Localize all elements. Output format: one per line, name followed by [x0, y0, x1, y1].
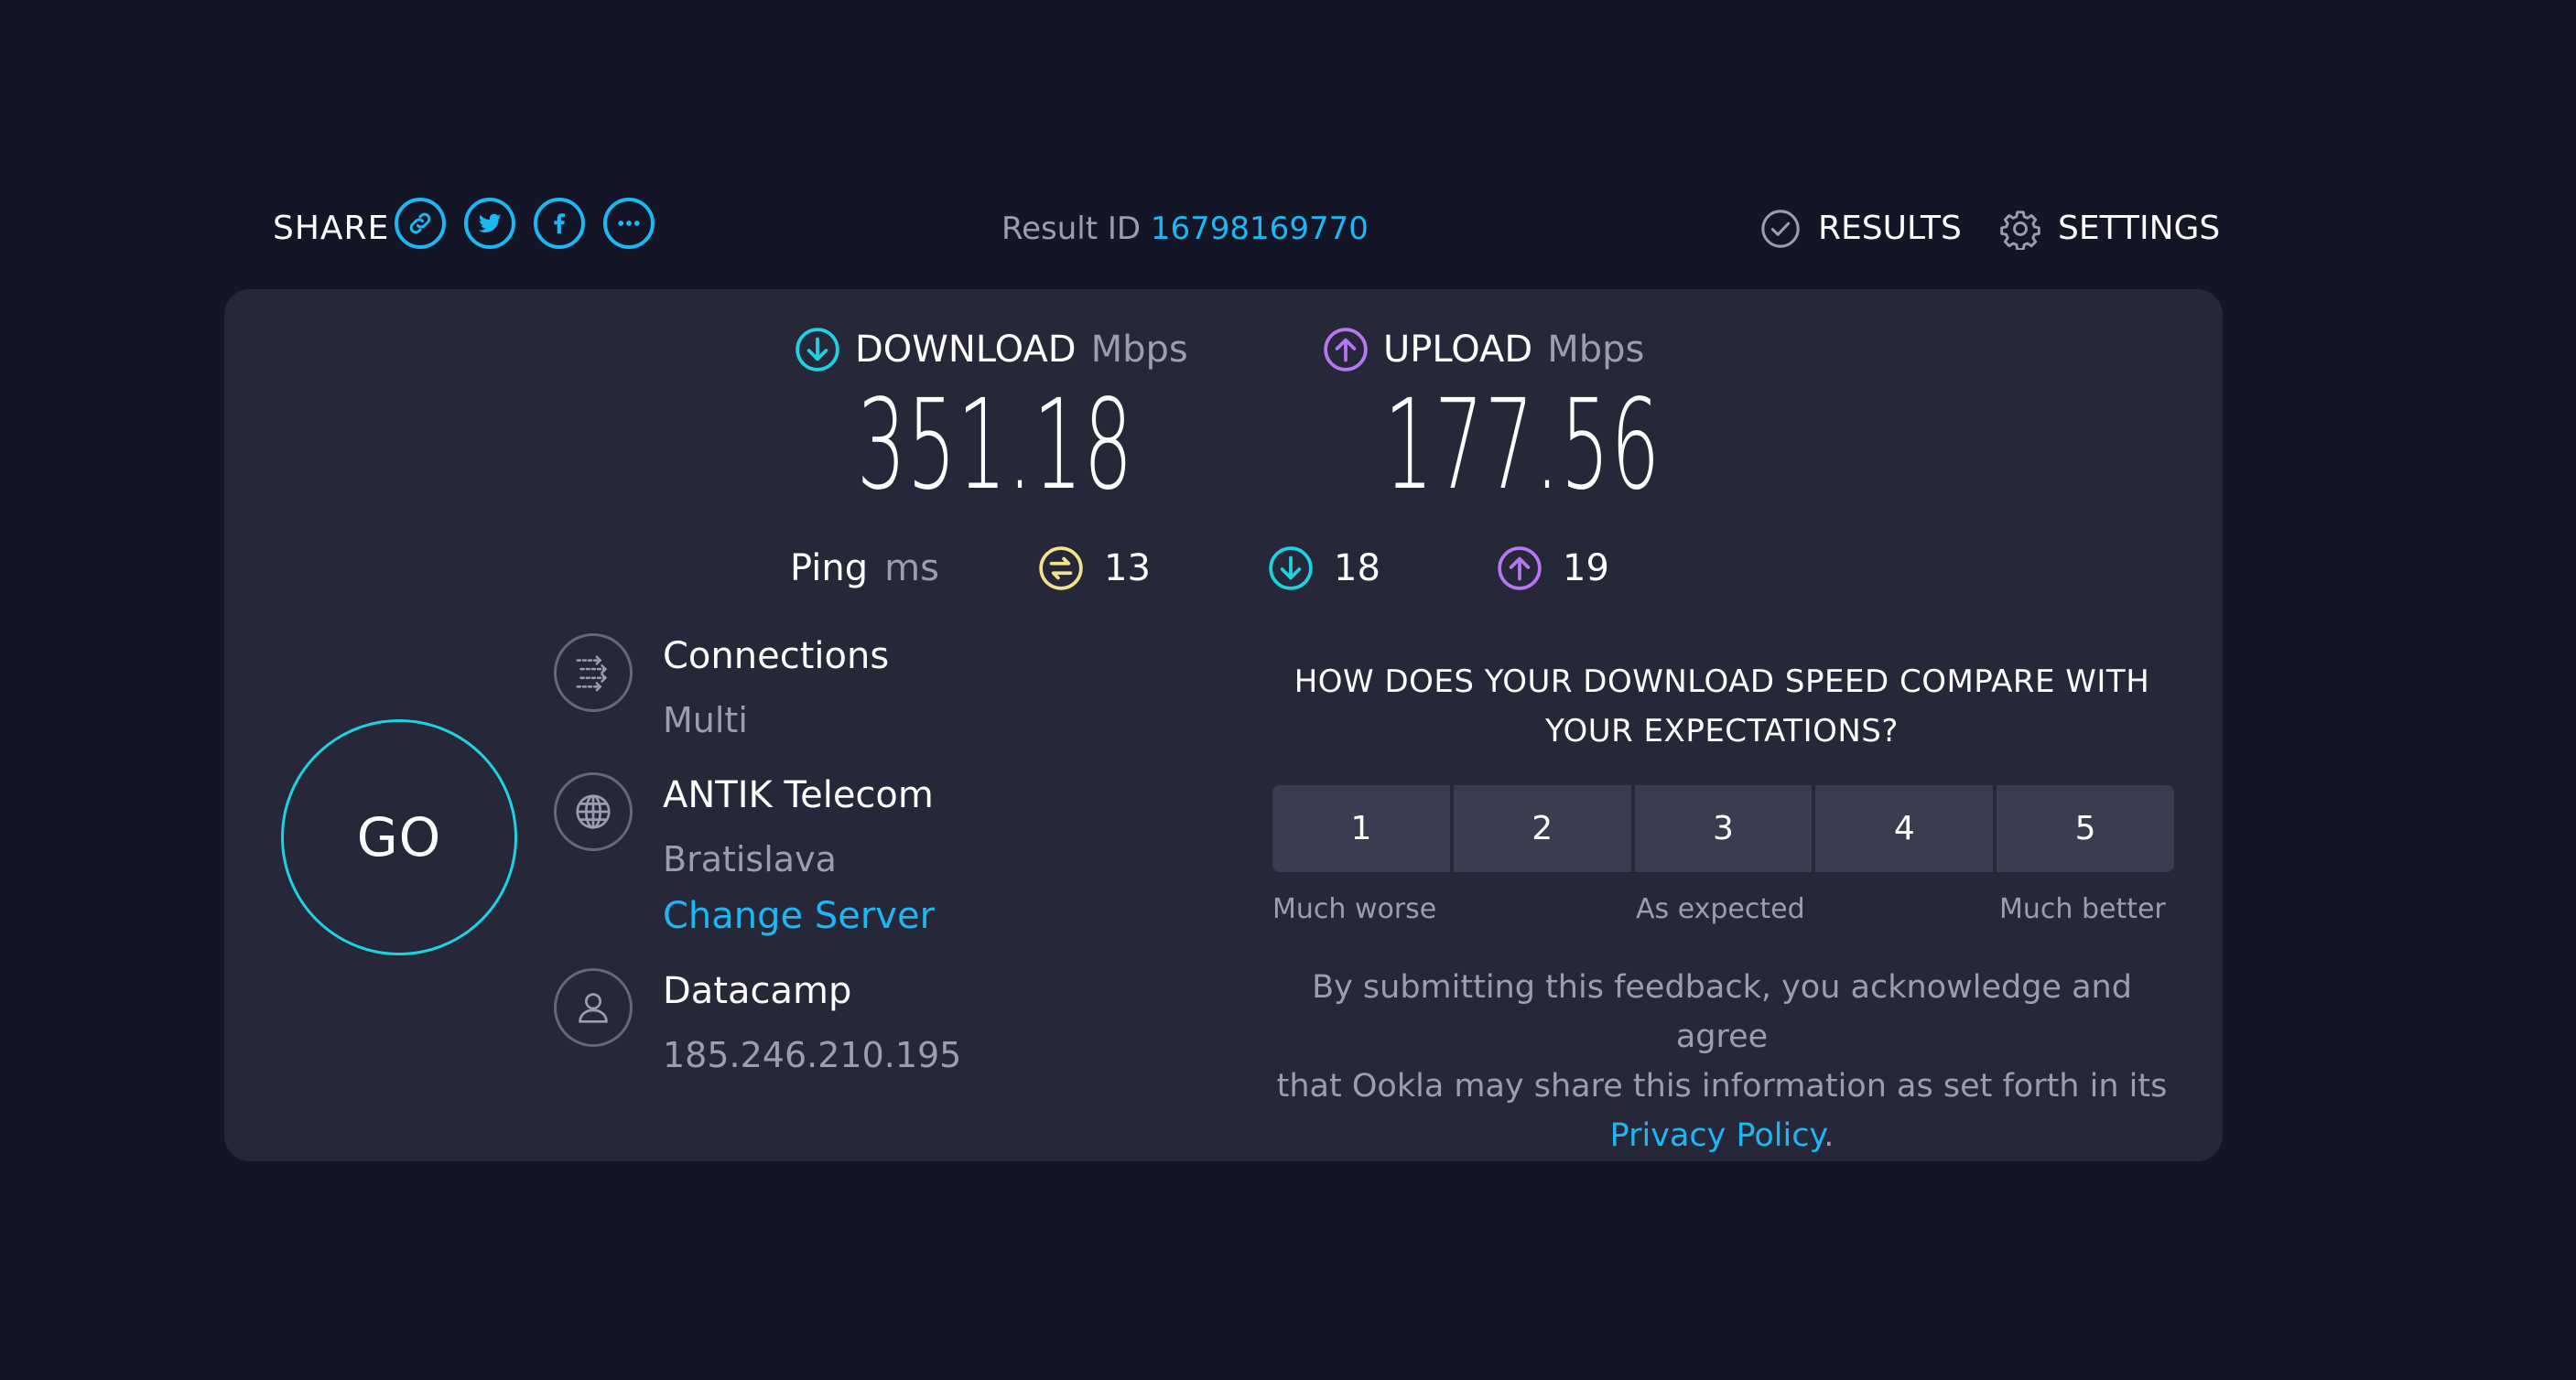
ping-download-value: 18 — [1334, 547, 1380, 589]
ping-download: 18 — [1268, 544, 1380, 593]
rating-4-button[interactable]: 4 — [1815, 785, 1994, 872]
change-server-link[interactable]: Change Server — [663, 892, 935, 940]
provider-icon-wrap — [554, 968, 633, 1047]
upload-header: UPLOAD Mbps — [1323, 324, 1644, 375]
rating-2-button[interactable]: 2 — [1453, 785, 1631, 872]
more-icon — [618, 221, 640, 226]
download-value: 351.18 — [857, 373, 1134, 518]
upload-latency-icon — [1498, 546, 1542, 590]
facebook-icon — [554, 213, 565, 234]
result-id-label: Result ID — [1001, 210, 1142, 247]
share-more-button[interactable] — [603, 198, 655, 249]
server-title: ANTIK Telecom — [663, 774, 934, 816]
connections-title: Connections — [663, 635, 890, 677]
results-label: RESULTS — [1818, 210, 1962, 247]
settings-label: SETTINGS — [2058, 210, 2221, 247]
feedback-disclaimer: By submitting this feedback, you acknowl… — [1269, 963, 2175, 1160]
download-unit: Mbps — [1090, 329, 1188, 371]
server-icon-wrap — [554, 772, 633, 851]
idle-latency-icon — [1039, 546, 1083, 590]
feedback-question: HOW DOES YOUR DOWNLOAD SPEED COMPARE WIT… — [1269, 657, 2175, 756]
upload-arrow-icon — [1324, 328, 1368, 372]
privacy-policy-link[interactable]: Privacy Policy — [1610, 1117, 1824, 1154]
share-label: SHARE — [273, 210, 390, 247]
share-link-button[interactable] — [395, 198, 446, 249]
gear-icon — [2000, 210, 2040, 250]
share-facebook-button[interactable] — [534, 198, 585, 249]
upload-unit: Mbps — [1547, 329, 1645, 371]
result-id-value[interactable]: 16798169770 — [1151, 210, 1369, 247]
ping-title: Ping — [790, 547, 869, 589]
download-label: DOWNLOAD — [855, 329, 1077, 371]
ping-idle-value: 13 — [1104, 547, 1151, 589]
upload-label: UPLOAD — [1383, 329, 1533, 371]
connections-icon-wrap — [554, 633, 633, 712]
scale-low-label: Much worse — [1272, 893, 1437, 925]
share-twitter-button[interactable] — [464, 198, 515, 249]
download-arrow-icon — [796, 328, 839, 372]
ping-upload-value: 19 — [1563, 547, 1609, 589]
settings-button[interactable]: SETTINGS — [1999, 203, 2220, 254]
go-button[interactable]: GO — [281, 719, 517, 955]
rating-scale: 1 2 3 4 5 — [1272, 785, 2174, 872]
rating-1-button[interactable]: 1 — [1272, 785, 1450, 872]
provider-title: Datacamp — [663, 970, 852, 1012]
upload-value: 177.56 — [1384, 373, 1661, 518]
feedback-question-line2: YOUR EXPECTATIONS? — [1545, 713, 1899, 749]
connections-icon — [576, 655, 608, 692]
check-circle-icon — [1761, 210, 1800, 248]
twitter-icon — [478, 213, 502, 232]
disclaimer-line1: By submitting this feedback, you acknowl… — [1312, 969, 2132, 1055]
rating-3-button[interactable]: 3 — [1634, 785, 1813, 872]
user-icon — [579, 993, 608, 1023]
disclaimer-period: . — [1824, 1117, 1835, 1154]
connections-value: Multi — [663, 700, 748, 740]
ping-unit: ms — [884, 547, 939, 589]
link-icon — [409, 212, 431, 234]
disclaimer-line2: that Ookla may share this information as… — [1276, 1068, 2168, 1105]
download-latency-icon — [1269, 546, 1313, 590]
ping-upload: 19 — [1497, 544, 1609, 593]
globe-icon — [576, 794, 611, 829]
ping-idle: 13 — [1038, 544, 1151, 593]
results-button[interactable]: RESULTS — [1759, 203, 1962, 254]
rating-5-button[interactable]: 5 — [1997, 785, 2174, 872]
server-location: Bratislava — [663, 839, 837, 879]
ping-label: Ping ms — [790, 544, 939, 592]
scale-high-label: Much better — [1999, 893, 2166, 925]
scale-mid-label: As expected — [1636, 893, 1805, 925]
result-id: Result ID 16798169770 — [1001, 207, 1369, 251]
download-header: DOWNLOAD Mbps — [795, 324, 1188, 375]
feedback-question-line1: HOW DOES YOUR DOWNLOAD SPEED COMPARE WIT… — [1293, 663, 2150, 700]
provider-ip: 185.246.210.195 — [663, 1035, 962, 1075]
